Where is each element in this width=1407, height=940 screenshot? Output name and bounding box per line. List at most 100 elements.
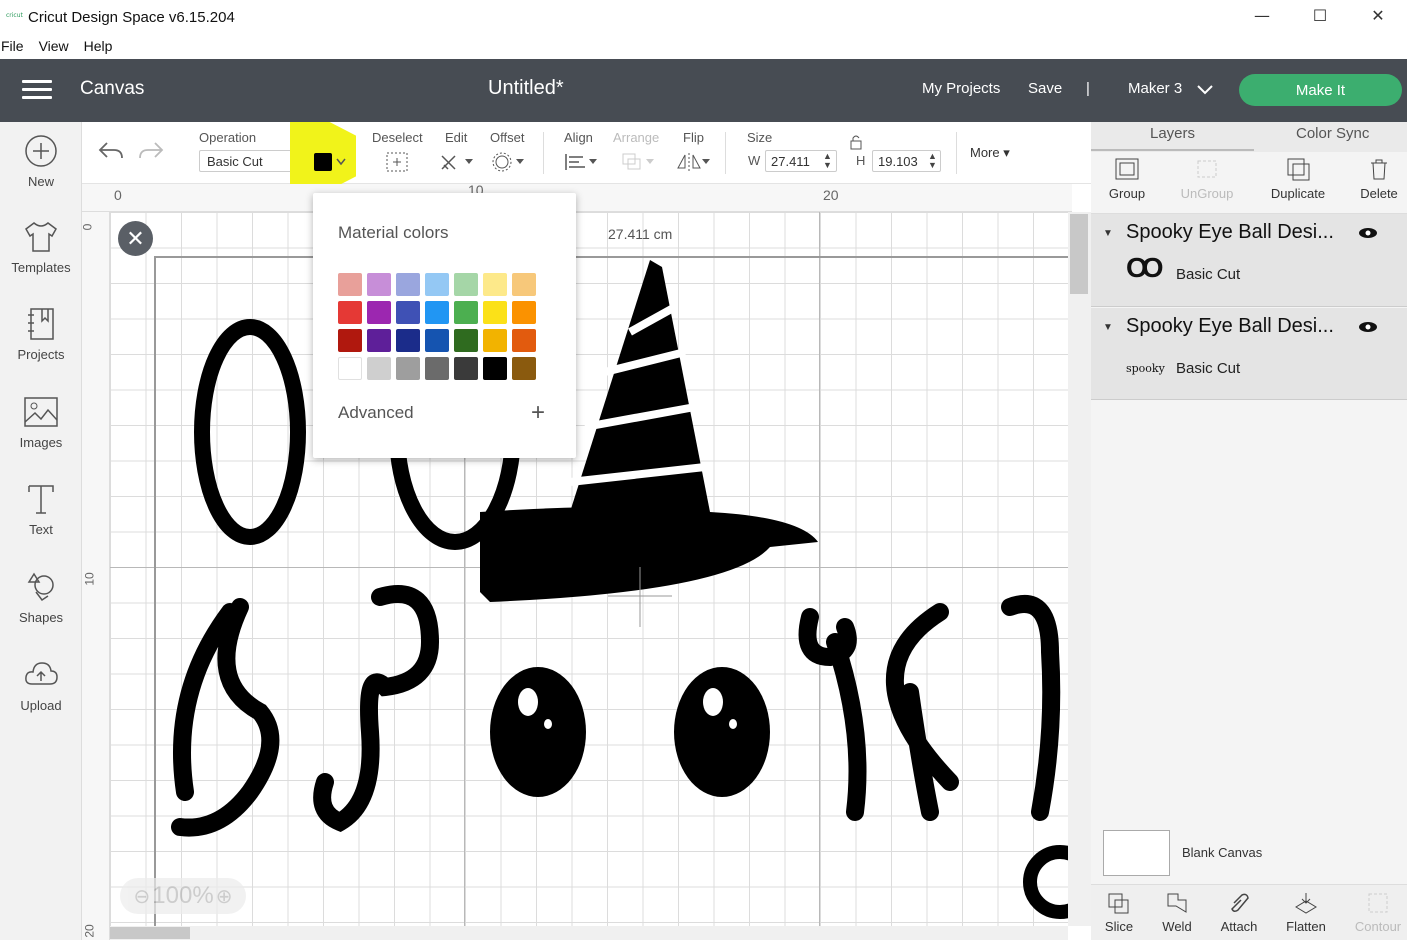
- color-swatch-option[interactable]: [338, 273, 362, 296]
- attach-button[interactable]: Attach: [1214, 891, 1264, 934]
- sidebar-item-images[interactable]: Images: [0, 395, 82, 450]
- zoom-control[interactable]: ⊖ 100% ⊕: [120, 878, 246, 914]
- menu-help[interactable]: Help: [84, 38, 113, 54]
- color-swatch-option[interactable]: [338, 357, 362, 380]
- vertical-scrollbar[interactable]: [1068, 212, 1091, 926]
- operation-select[interactable]: Basic Cut: [199, 150, 303, 172]
- horizontal-scrollbar[interactable]: [110, 926, 1068, 940]
- color-swatch-option[interactable]: [425, 357, 449, 380]
- weld-button[interactable]: Weld: [1155, 891, 1199, 934]
- color-swatch-option[interactable]: [396, 273, 420, 296]
- redo-icon[interactable]: [137, 139, 165, 163]
- group-button[interactable]: Group: [1105, 156, 1149, 201]
- delete-button[interactable]: Delete: [1357, 156, 1401, 201]
- slice-icon: [1108, 893, 1129, 914]
- color-swatch[interactable]: [314, 153, 332, 171]
- sidebar-item-new[interactable]: New: [0, 134, 82, 189]
- slice-button[interactable]: Slice: [1097, 891, 1141, 934]
- flatten-button[interactable]: Flatten: [1281, 891, 1331, 934]
- machine-selector[interactable]: Maker 3: [1128, 80, 1182, 97]
- menu-view[interactable]: View: [39, 38, 69, 54]
- width-stepper-icon[interactable]: ▲ ▼: [823, 152, 832, 170]
- color-swatch-option[interactable]: [454, 357, 478, 380]
- zoom-in-icon[interactable]: ⊕: [216, 884, 233, 909]
- color-swatch-option[interactable]: [338, 329, 362, 352]
- eye-icon[interactable]: [1358, 226, 1378, 240]
- duplicate-button[interactable]: Duplicate: [1263, 156, 1333, 201]
- save-link[interactable]: Save: [1028, 80, 1062, 97]
- color-swatch-option[interactable]: [454, 273, 478, 296]
- color-swatch-option[interactable]: [396, 357, 420, 380]
- deselect-icon[interactable]: [385, 151, 409, 173]
- close-icon[interactable]: ✕: [118, 221, 153, 256]
- color-swatch-option[interactable]: [396, 329, 420, 352]
- color-swatch-option[interactable]: [338, 301, 362, 324]
- collapse-arrow-icon[interactable]: ▼: [1103, 228, 1113, 239]
- flip-icon[interactable]: [676, 151, 712, 173]
- hamburger-menu-icon[interactable]: [22, 80, 52, 100]
- color-swatch-option[interactable]: [512, 273, 536, 296]
- sidebar-item-upload[interactable]: Upload: [0, 658, 82, 713]
- color-swatch-option[interactable]: [483, 357, 507, 380]
- more-button[interactable]: More ▾: [970, 145, 1010, 161]
- color-swatch-option[interactable]: [454, 301, 478, 324]
- blank-canvas-swatch[interactable]: [1103, 830, 1170, 876]
- layer-group[interactable]: ▼ Spooky Eye Ball Desi... spooky Basic C…: [1091, 308, 1407, 400]
- chevron-down-icon[interactable]: [1197, 85, 1213, 95]
- offset-icon[interactable]: [492, 151, 528, 173]
- tab-color-sync[interactable]: Color Sync: [1296, 125, 1369, 142]
- advanced-label[interactable]: Advanced: [338, 403, 414, 423]
- sidebar-item-shapes[interactable]: Shapes: [0, 570, 82, 625]
- color-swatch-option[interactable]: [367, 329, 391, 352]
- color-swatch-option[interactable]: [512, 357, 536, 380]
- flip-label: Flip: [683, 130, 704, 145]
- sidebar-item-projects[interactable]: Projects: [0, 307, 82, 362]
- arrange-label: Arrange: [613, 130, 660, 145]
- vertical-scroll-thumb[interactable]: [1070, 214, 1088, 294]
- shapes-icon: [27, 572, 54, 602]
- make-it-button[interactable]: Make It: [1239, 74, 1402, 106]
- spooky-design-artwork[interactable]: [110, 212, 1068, 926]
- eye-icon[interactable]: [1358, 320, 1378, 334]
- align-icon[interactable]: [563, 151, 599, 173]
- left-sidebar: New Templates Projects Images Text Shape…: [0, 122, 82, 940]
- color-swatch-option[interactable]: [425, 329, 449, 352]
- color-swatch-option[interactable]: [483, 301, 507, 324]
- edit-tools-icon[interactable]: [439, 151, 475, 173]
- layer-group[interactable]: ▼ Spooky Eye Ball Desi... OO Basic Cut: [1091, 214, 1407, 307]
- close-window-button[interactable]: ✕: [1349, 0, 1407, 30]
- swatch-dropdown-icon[interactable]: [336, 158, 346, 166]
- sidebar-item-text[interactable]: Text: [0, 482, 82, 537]
- color-swatch-option[interactable]: [483, 273, 507, 296]
- color-swatch-option[interactable]: [512, 301, 536, 324]
- color-swatch-option[interactable]: [512, 329, 536, 352]
- tab-layers[interactable]: Layers: [1150, 125, 1195, 142]
- height-stepper-icon[interactable]: ▲ ▼: [928, 152, 937, 170]
- sidebar-label: Projects: [17, 347, 65, 362]
- color-swatch-option[interactable]: [425, 301, 449, 324]
- undo-icon[interactable]: [97, 139, 125, 163]
- color-swatch-option[interactable]: [367, 301, 391, 324]
- lock-icon[interactable]: [849, 134, 863, 150]
- collapse-arrow-icon[interactable]: ▼: [1103, 322, 1113, 333]
- cloud-upload-icon: [25, 662, 58, 685]
- add-color-icon[interactable]: +: [531, 399, 545, 427]
- horizontal-scroll-thumb[interactable]: [110, 927, 190, 939]
- color-swatch-option[interactable]: [483, 329, 507, 352]
- color-swatch-option[interactable]: [367, 357, 391, 380]
- zoom-out-icon[interactable]: ⊖: [134, 884, 151, 909]
- design-canvas[interactable]: [110, 212, 1068, 926]
- sidebar-item-templates[interactable]: Templates: [0, 220, 82, 275]
- ungroup-button: UnGroup: [1177, 156, 1237, 201]
- color-swatch-option[interactable]: [396, 301, 420, 324]
- color-swatch-option[interactable]: [367, 273, 391, 296]
- my-projects-link[interactable]: My Projects: [922, 80, 1000, 97]
- maximize-button[interactable]: ☐: [1291, 0, 1349, 30]
- menu-file[interactable]: File: [1, 38, 24, 54]
- sidebar-label: New: [27, 174, 54, 189]
- sidebar-label: Text: [29, 522, 53, 537]
- color-swatch-option[interactable]: [454, 329, 478, 352]
- color-swatch-option[interactable]: [425, 273, 449, 296]
- minimize-button[interactable]: —: [1233, 0, 1291, 30]
- ruler-tick-label: 0: [114, 187, 122, 203]
